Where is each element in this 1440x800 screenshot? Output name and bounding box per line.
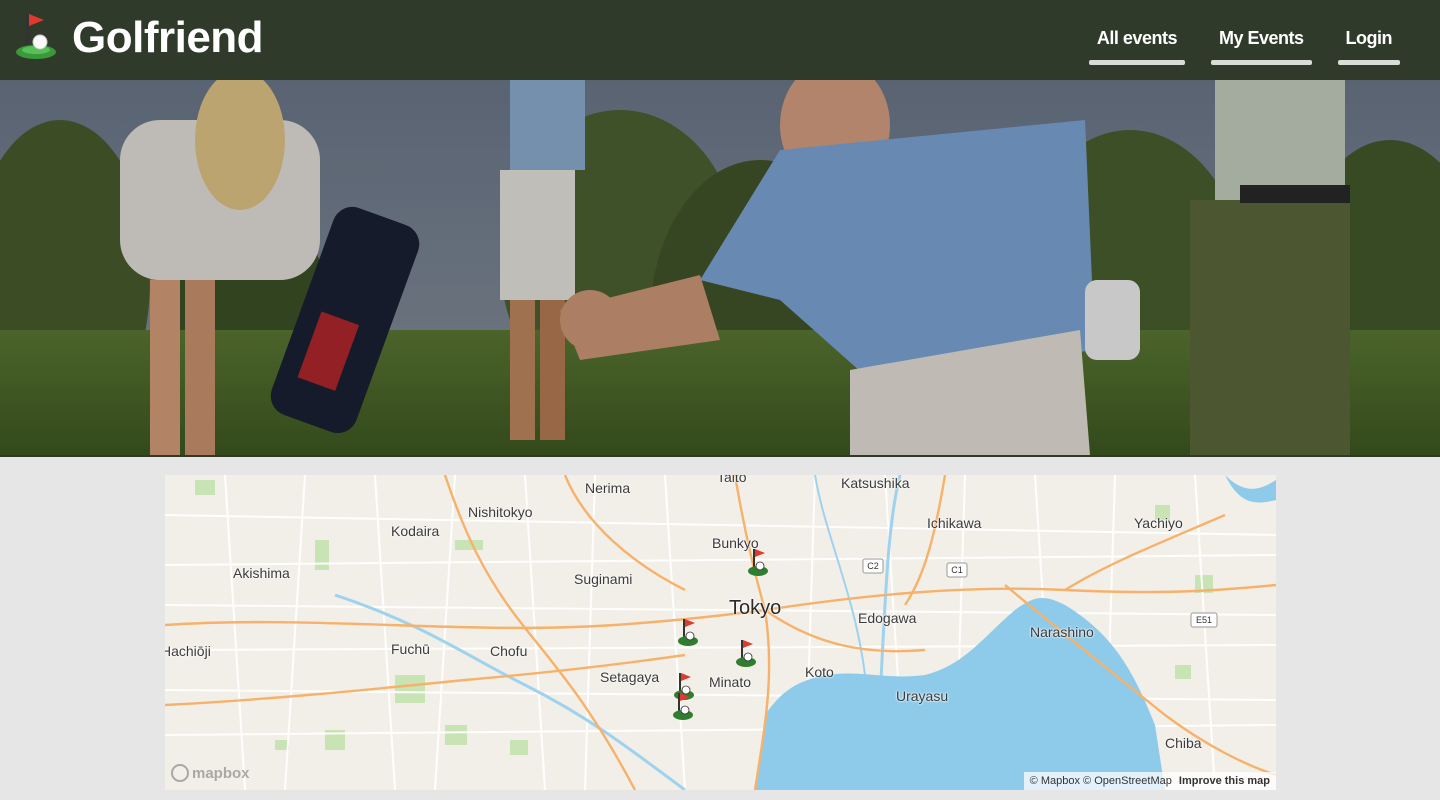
mapbox-attribution-link[interactable]: © Mapbox	[1030, 775, 1080, 787]
top-navbar: Golfriend All events My Events Login	[0, 0, 1440, 80]
map-label-tokyo: Tokyo	[729, 597, 782, 619]
golf-event-marker-icon[interactable]	[677, 617, 699, 647]
brand[interactable]: Golfriend	[14, 10, 264, 66]
road-shield-c2: C2	[867, 561, 879, 571]
osm-attribution-link[interactable]: © OpenStreetMap	[1083, 775, 1172, 787]
nav-link-all-events[interactable]: All events	[1088, 26, 1186, 65]
map-label-minato: Minato	[709, 674, 752, 690]
map-label-hachioji: Hachiōji	[165, 643, 211, 659]
map-label-nerima: Nerima	[585, 480, 631, 496]
map-label-setagaya: Setagaya	[600, 669, 660, 685]
map-label-koto: Koto	[805, 664, 834, 680]
map-label-akishima: Akishima	[233, 565, 290, 581]
golf-event-marker-icon[interactable]	[735, 638, 757, 668]
map-label-suginami: Suginami	[574, 571, 633, 587]
map-attribution: © Mapbox © OpenStreetMap Improve this ma…	[1023, 772, 1276, 790]
map-label-kodaira: Kodaira	[391, 523, 440, 539]
map-label-katsushika: Katsushika	[841, 475, 910, 491]
nav-link-login[interactable]: Login	[1337, 26, 1401, 65]
map-label-chofu: Chofu	[490, 643, 528, 659]
map-label-yachiyo: Yachiyo	[1134, 515, 1183, 531]
golf-flag-logo-icon	[16, 14, 56, 59]
nav-link-my-events[interactable]: My Events	[1210, 26, 1312, 65]
map-label-narashino: Narashino	[1030, 624, 1094, 640]
map-label-taito: Taito	[717, 475, 747, 485]
golf-event-marker-icon[interactable]	[747, 547, 769, 577]
brand-name: Golfriend	[72, 13, 264, 62]
mapbox-logo[interactable]: mapbox	[171, 764, 250, 782]
map-label-urayasu: Urayasu	[896, 688, 949, 704]
map-label-edogawa: Edogawa	[858, 610, 917, 626]
hero-banner-image	[0, 80, 1440, 457]
map-canvas[interactable]: C2 C1 E51	[165, 475, 1276, 790]
events-map[interactable]: C2 C1 E51 Nerima Taito Katsushika Nishit…	[165, 475, 1276, 790]
golf-event-marker-icon[interactable]	[672, 691, 694, 721]
map-label-ichikawa: Ichikawa	[927, 515, 982, 531]
map-label-fuchu: Fuchū	[391, 641, 430, 657]
map-label-chiba: Chiba	[1165, 735, 1202, 751]
road-shield-e51: E51	[1196, 615, 1212, 625]
mapbox-logo-icon	[171, 764, 189, 782]
nav-links: All events My Events Login	[1088, 26, 1401, 65]
road-shield-c1: C1	[951, 565, 963, 575]
map-label-nishitokyo: Nishitokyo	[468, 504, 533, 520]
improve-map-link[interactable]: Improve this map	[1179, 775, 1270, 787]
